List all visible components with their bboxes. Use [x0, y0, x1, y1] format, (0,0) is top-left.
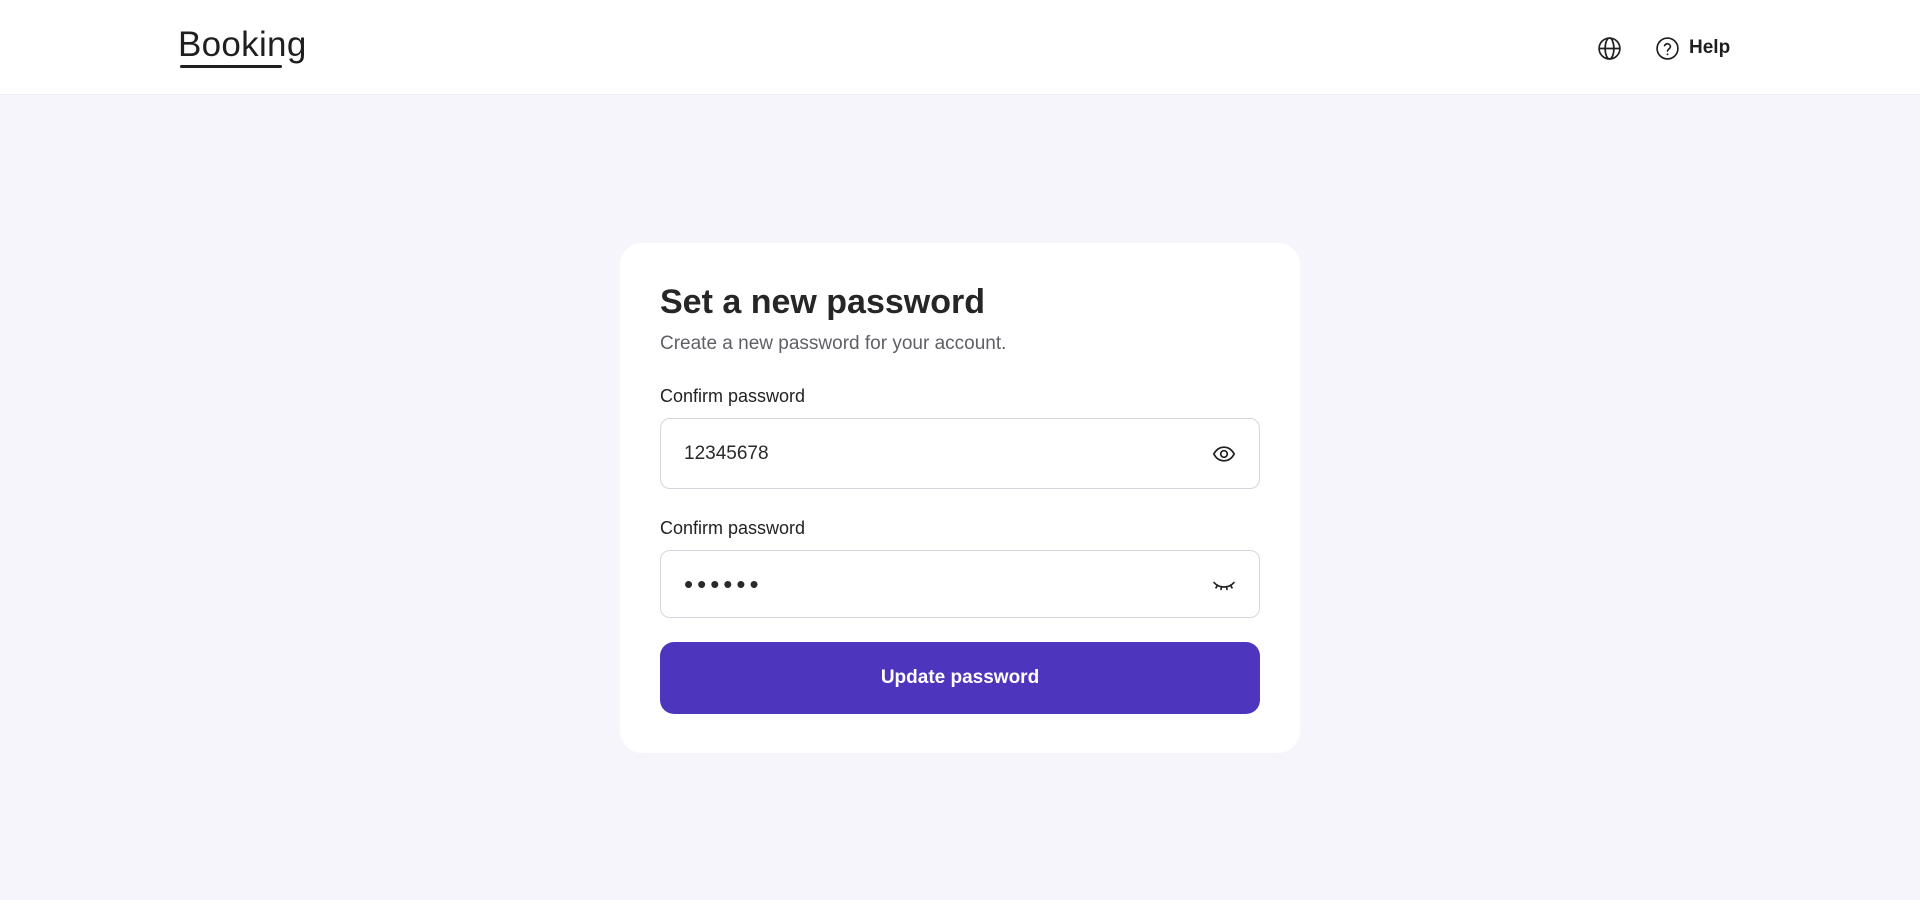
password-card: Set a new password Create a new password… — [620, 243, 1300, 753]
show-password-toggle[interactable] — [1211, 441, 1237, 467]
new-password-field — [660, 418, 1260, 489]
help-button[interactable]: Help — [1655, 34, 1730, 62]
top-bar: Booking Help — [0, 0, 1920, 95]
new-password-label: Confirm password — [660, 386, 806, 406]
confirm-password-field — [660, 550, 1260, 618]
language-button[interactable] — [1596, 35, 1622, 61]
eye-closed-icon — [1213, 581, 1235, 591]
eye-open-icon — [1212, 445, 1236, 462]
booking-logo[interactable]: Booking — [178, 24, 307, 68]
page-title: Set a new password — [660, 283, 985, 321]
help-circle-icon — [1656, 36, 1679, 60]
globe-icon — [1597, 36, 1621, 60]
hide-password-toggle[interactable] — [1211, 571, 1237, 597]
page-subtitle: Create a new password for your account. — [660, 333, 1007, 354]
new-password-input[interactable] — [684, 419, 1184, 488]
update-password-button[interactable]: Update password — [660, 642, 1260, 714]
confirm-password-input[interactable] — [684, 551, 1184, 617]
confirm-password-label: Confirm password — [660, 518, 806, 538]
help-label: Help — [1689, 37, 1731, 58]
